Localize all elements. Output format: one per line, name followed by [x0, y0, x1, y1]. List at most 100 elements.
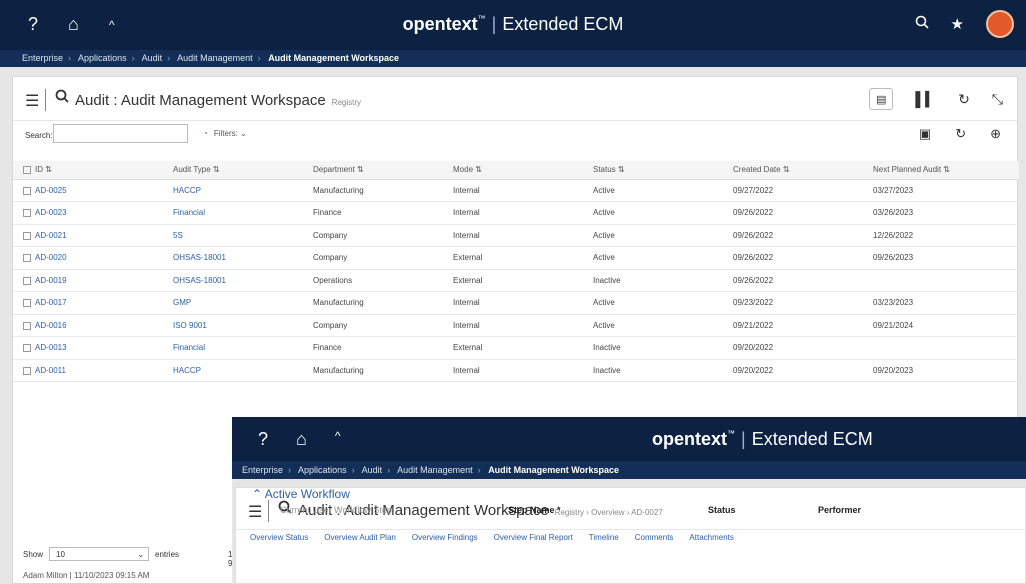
filters-toggle[interactable]: ◔ Filters: ⌄ — [203, 129, 247, 138]
search-icon[interactable] — [915, 15, 929, 34]
table-row[interactable]: AD-0025 HACCP Manufacturing Internal Active 0… — [13, 179, 1019, 202]
audit-type-cell[interactable]: HACCP — [173, 359, 313, 382]
overlay-subtitle[interactable]: Registry › Overview › AD-0027 — [555, 508, 663, 517]
divider — [45, 89, 46, 111]
help-icon[interactable]: ? — [258, 429, 268, 450]
next-audit-cell: 03/27/2023 — [873, 179, 1019, 202]
id-cell[interactable]: AD-0013 — [13, 336, 173, 360]
crumb-audit-management[interactable]: Audit Management — [177, 53, 253, 63]
col-audit-type[interactable]: Audit Type ⇅ — [173, 161, 313, 180]
tab-overview-audit-plan[interactable]: Overview Audit Plan — [324, 533, 396, 542]
row-checkbox[interactable] — [23, 254, 31, 263]
status-cell: Active — [593, 179, 733, 202]
excel-export-icon[interactable]: ▣ — [919, 126, 931, 142]
refresh-export-icon[interactable]: ↻ — [958, 91, 970, 108]
crumb-enterprise[interactable]: Enterprise — [22, 53, 63, 63]
table-row[interactable]: AD-0013 Financial Finance External Inactive 0… — [13, 336, 1019, 360]
mode-cell: Internal — [453, 314, 593, 337]
created-date-cell: 09/21/2022 — [733, 314, 873, 337]
id-cell[interactable]: AD-0020 — [13, 246, 173, 270]
search-icon — [55, 89, 69, 108]
id-cell[interactable]: AD-0011 — [13, 359, 173, 382]
product-name: Extended ECM — [751, 429, 873, 449]
department-cell: Manufacturing — [313, 179, 453, 202]
crumb-audit[interactable]: Audit — [362, 465, 383, 475]
list-view-icon[interactable]: ▤ — [869, 88, 894, 110]
tab-overview-final-report[interactable]: Overview Final Report — [494, 533, 573, 542]
page-subtitle[interactable]: Registry — [332, 98, 361, 107]
row-checkbox[interactable] — [23, 366, 31, 375]
crumb-audit-management[interactable]: Audit Management — [397, 465, 473, 475]
breadcrumb: Enterprise › Applications › Audit › Audit M… — [0, 50, 1026, 67]
menu-icon[interactable]: ☰ — [25, 91, 39, 111]
department-cell: Company — [313, 246, 453, 270]
row-checkbox[interactable] — [23, 299, 31, 308]
crumb-applications[interactable]: Applications — [298, 465, 347, 475]
divider — [268, 500, 269, 522]
crumb-current: Audit Management Workspace — [268, 53, 400, 63]
page-size-value: 10 — [56, 549, 65, 559]
audit-type-cell[interactable]: Financial — [173, 336, 313, 360]
add-icon[interactable]: ⊕ — [990, 126, 1001, 142]
tab-overview-findings[interactable]: Overview Findings — [412, 533, 478, 542]
table-row[interactable]: AD-0011 HACCP Manufacturing Internal Inactiv… — [13, 359, 1019, 382]
menu-icon[interactable]: ☰ — [248, 502, 262, 522]
tab-timeline[interactable]: Timeline — [589, 533, 619, 542]
select-all-checkbox[interactable] — [23, 166, 31, 175]
created-date-cell: 09/20/2022 — [733, 359, 873, 382]
search-input[interactable] — [53, 124, 188, 143]
col-department[interactable]: Department ⇅ — [313, 161, 453, 180]
tab-comments[interactable]: Comments — [635, 533, 674, 542]
status-cell: Active — [593, 224, 733, 247]
id-cell[interactable]: AD-0019 — [13, 269, 173, 292]
audit-type-cell[interactable]: OHSAS-18001 — [173, 246, 313, 270]
audit-type-cell[interactable]: Financial — [173, 201, 313, 225]
id-cell[interactable]: AD-0021 — [13, 224, 173, 247]
table-row[interactable]: AD-0020 OHSAS-18001 Company External Active 0… — [13, 246, 1019, 270]
created-date-cell: 09/26/2022 — [733, 224, 873, 247]
tab-overview-status[interactable]: Overview Status — [250, 533, 308, 542]
id-cell[interactable]: AD-0017 — [13, 291, 173, 315]
col-mode[interactable]: Mode ⇅ — [453, 161, 593, 180]
table-row[interactable]: AD-0021 5S Company Internal Active 09/26/2022… — [13, 224, 1019, 247]
page-size-select[interactable]: 10 ⌄ — [49, 547, 150, 561]
collapse-icon[interactable]: ⤡ — [992, 91, 1003, 108]
row-checkbox[interactable] — [23, 344, 31, 353]
id-cell[interactable]: AD-0023 — [13, 201, 173, 225]
col-created-date[interactable]: Created Date ⇅ — [733, 161, 873, 180]
id-cell[interactable]: AD-0016 — [13, 314, 173, 337]
crumb-audit[interactable]: Audit — [142, 53, 163, 63]
row-checkbox[interactable] — [23, 231, 31, 240]
id-cell[interactable]: AD-0025 — [13, 179, 173, 202]
chart-icon[interactable]: ▌▍ — [915, 91, 936, 108]
row-checkbox[interactable] — [23, 186, 31, 195]
overlay-top-bar: ? ⌂ ^ opentext™ | Extended ECM — [232, 417, 1026, 461]
row-checkbox[interactable] — [23, 209, 31, 218]
department-cell: Manufacturing — [313, 359, 453, 382]
table-row[interactable]: AD-0023 Financial Finance Internal Active 09/… — [13, 201, 1019, 225]
mode-cell: Internal — [453, 224, 593, 247]
crumb-enterprise[interactable]: Enterprise — [242, 465, 283, 475]
table-row[interactable]: AD-0017 GMP Manufacturing Internal Active 09/… — [13, 291, 1019, 315]
star-icon[interactable]: ★ — [951, 15, 964, 33]
audit-type-cell[interactable]: ISO 9001 — [173, 314, 313, 337]
table-row[interactable]: AD-0019 OHSAS-18001 Operations External Inac… — [13, 269, 1019, 292]
avatar[interactable] — [986, 10, 1014, 38]
col-next-planned-audit[interactable]: Next Planned Audit ⇅ — [873, 161, 1019, 180]
refresh-icon[interactable]: ↻ — [955, 126, 966, 142]
col-id[interactable]: ID ⇅ — [13, 161, 173, 180]
next-audit-cell: 03/26/2023 — [873, 201, 1019, 225]
col-status[interactable]: Status ⇅ — [593, 161, 733, 180]
audit-type-cell[interactable]: 5S — [173, 224, 313, 247]
tab-attachments[interactable]: Attachments — [689, 533, 733, 542]
audit-type-cell[interactable]: GMP — [173, 291, 313, 315]
caret-up-icon[interactable]: ^ — [335, 429, 341, 450]
crumb-applications[interactable]: Applications — [78, 53, 127, 63]
row-checkbox[interactable] — [23, 276, 31, 285]
row-checkbox[interactable] — [23, 321, 31, 330]
audit-type-cell[interactable]: HACCP — [173, 179, 313, 202]
active-workflow-section[interactable]: ⌃ Active Workflow — [252, 487, 350, 501]
home-icon[interactable]: ⌂ — [296, 429, 307, 450]
table-row[interactable]: AD-0016 ISO 9001 Company Internal Active 09/2… — [13, 314, 1019, 337]
audit-type-cell[interactable]: OHSAS-18001 — [173, 269, 313, 292]
